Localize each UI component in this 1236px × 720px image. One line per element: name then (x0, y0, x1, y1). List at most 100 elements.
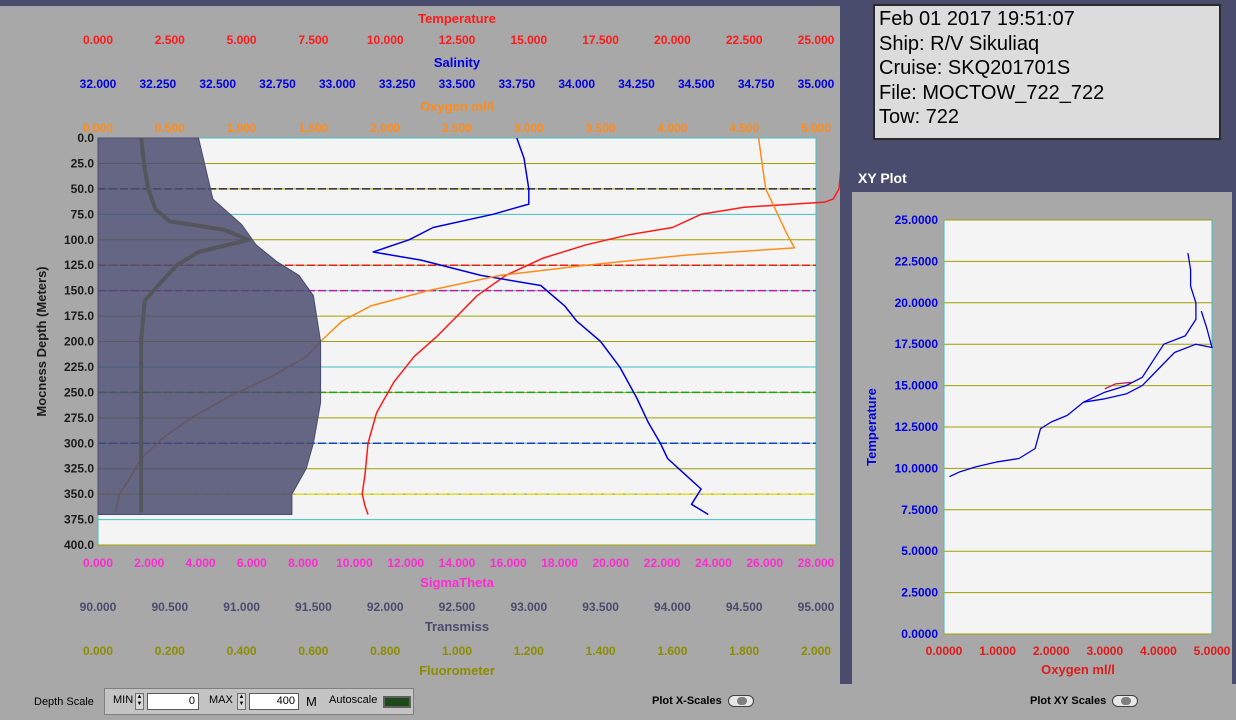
sigmatheta-tick-label: 0.000 (83, 556, 113, 570)
temperature-tick-label: 2.500 (155, 33, 185, 47)
oxygen-ml-l-tick-label: 3.000 (514, 121, 544, 135)
fluorometer-tick-label: 0.400 (227, 644, 257, 658)
plot-x-scales-label: Plot X-Scales (652, 695, 722, 707)
temperature-tick-label: 10.000 (367, 33, 404, 47)
transmiss-tick-label: 92.500 (439, 600, 476, 614)
temperature-tick-label: 12.500 (439, 33, 476, 47)
depth-tick-label: 350.0 (64, 487, 94, 501)
xy-y-tick-label: 20.0000 (895, 296, 939, 310)
transmiss-tick-label: 92.000 (367, 600, 404, 614)
fluorometer-tick-label: 0.200 (155, 644, 185, 658)
sigmatheta-tick-label: 4.000 (186, 556, 216, 570)
xy-x-tick-label: 4.0000 (1140, 644, 1177, 658)
sigmatheta-axis-title: SigmaTheta (420, 575, 494, 590)
sigmatheta-tick-label: 18.000 (541, 556, 578, 570)
fluorometer-tick-label: 1.600 (657, 644, 687, 658)
xy-x-tick-label: 0.0000 (926, 644, 963, 658)
oxygen-ml-l-tick-label: 3.500 (586, 121, 616, 135)
depth-tick-label: 325.0 (64, 462, 94, 476)
salinity-tick-label: 34.000 (558, 77, 595, 91)
info-file: File: MOCTOW_722_722 (879, 81, 1105, 104)
salinity-tick-label: 34.500 (678, 77, 715, 91)
sigmatheta-tick-label: 6.000 (237, 556, 267, 570)
sigmatheta-tick-label: 28.000 (798, 556, 835, 570)
fluorometer-tick-label: 1.000 (442, 644, 472, 658)
salinity-tick-label: 34.750 (738, 77, 775, 91)
fluorometer-tick-label: 1.400 (586, 644, 616, 658)
depth-tick-label: 300.0 (64, 436, 94, 450)
max-label: MAX (209, 694, 233, 706)
temperature-tick-label: 17.500 (582, 33, 619, 47)
oxygen-ml-l-tick-label: 0.500 (155, 121, 185, 135)
xy-y-tick-label: 2.5000 (901, 586, 938, 600)
min-spinner[interactable]: ▲ ▼ (135, 693, 144, 710)
depth-tick-label: 375.0 (64, 513, 94, 527)
temperature-tick-label: 15.000 (510, 33, 547, 47)
transmiss-tick-label: 93.500 (582, 600, 619, 614)
info-datetime: Feb 01 2017 19:51:07 (879, 8, 1075, 30)
depth-profile-chart: 0.025.050.075.0100.0125.0150.0175.0200.0… (34, 11, 840, 678)
info-cruise: Cruise: SKQ201701S (879, 57, 1071, 80)
temperature-tick-label: 22.500 (726, 33, 763, 47)
fluorometer-tick-label: 0.000 (83, 644, 113, 658)
transmiss-tick-label: 91.500 (295, 600, 332, 614)
depth-tick-label: 400.0 (64, 538, 94, 552)
info-tow: Tow: 722 (879, 106, 960, 129)
bottom-control-bar: Depth Scale MIN ▲ ▼ 0 MAX ▲ ▼ 400 M Autosc… (0, 684, 1236, 720)
xy-y-tick-label: 15.0000 (895, 379, 939, 393)
plot-x-scales-toggle[interactable] (728, 695, 754, 707)
oxygen-ml-l-axis-title: Oxygen ml/l (420, 99, 494, 114)
transmiss-tick-label: 94.000 (654, 600, 691, 614)
xy-plot-panel: 0.0000 2.5000 5.0000 7.5000 10.0000 12.5000 15… (852, 192, 1232, 684)
sigmatheta-tick-label: 20.000 (593, 556, 630, 570)
temperature-tick-label: 0.000 (83, 33, 113, 47)
fluorometer-axis-title: Fluorometer (419, 663, 495, 678)
depth-scale-controls: MIN ▲ ▼ 0 MAX ▲ ▼ 400 M Autoscale (104, 688, 414, 715)
salinity-tick-label: 33.500 (439, 77, 476, 91)
fluorometer-tick-label: 2.000 (801, 644, 831, 658)
xy-y-axis-title: Temperature (864, 388, 879, 466)
units-label: M (306, 694, 317, 709)
temperature-tick-label: 7.500 (298, 33, 328, 47)
sigmatheta-tick-label: 12.000 (387, 556, 424, 570)
xy-plot-title: XY Plot (858, 170, 907, 186)
depth-tick-label: 75.0 (71, 207, 95, 221)
depth-axis-label: Mocness Depth (Meters) (34, 266, 49, 416)
oxygen-ml-l-tick-label: 1.500 (298, 121, 328, 135)
salinity-tick-label: 33.750 (498, 77, 535, 91)
depth-tick-label: 100.0 (64, 233, 94, 247)
temperature-tick-label: 25.000 (798, 33, 835, 47)
fluorometer-tick-label: 1.800 (729, 644, 759, 658)
oxygen-ml-l-tick-label: 4.500 (729, 121, 759, 135)
sigmatheta-tick-label: 24.000 (695, 556, 732, 570)
depth-scale-label: Depth Scale (34, 696, 94, 708)
fluorometer-tick-label: 0.800 (370, 644, 400, 658)
min-label: MIN (113, 694, 134, 706)
depth-tick-label: 225.0 (64, 360, 94, 374)
depth-tick-label: 25.0 (71, 156, 95, 170)
oxygen-ml-l-tick-label: 2.000 (370, 121, 400, 135)
depth-tick-label: 200.0 (64, 335, 94, 349)
xy-x-tick-label: 5.0000 (1194, 644, 1231, 658)
sigmatheta-tick-label: 2.000 (134, 556, 164, 570)
info-ship: Ship: R/V Sikuliaq (879, 32, 1040, 55)
depth-tick-label: 250.0 (64, 385, 94, 399)
xy-y-tick-label: 10.0000 (895, 461, 939, 475)
fluorometer-tick-label: 1.200 (514, 644, 544, 658)
plot-xy-scales-toggle[interactable] (1112, 695, 1138, 707)
autoscale-toggle[interactable] (383, 696, 411, 708)
salinity-tick-label: 32.500 (199, 77, 236, 91)
depth-tick-label: 175.0 (64, 309, 94, 323)
max-spinner[interactable]: ▲ ▼ (237, 693, 246, 710)
depth-tick-label: 50.0 (71, 182, 95, 196)
min-depth-input[interactable]: 0 (147, 693, 199, 710)
main-chart-panel: 0.0 25.0 50.0 75.0 100.0 125.0 150.0 175.0 200.0… (0, 6, 840, 684)
max-depth-input[interactable]: 400 (249, 693, 299, 710)
xy-y-tick-label: 0.0000 (901, 627, 938, 641)
oxygen-ml-l-tick-label: 5.000 (801, 121, 831, 135)
xy-y-tick-label: 25.0000 (895, 213, 939, 227)
xy-y-tick-label: 7.5000 (901, 503, 938, 517)
salinity-tick-label: 32.250 (139, 77, 176, 91)
xy-y-tick-label: 17.5000 (895, 337, 939, 351)
temperature-tick-label: 5.000 (227, 33, 257, 47)
